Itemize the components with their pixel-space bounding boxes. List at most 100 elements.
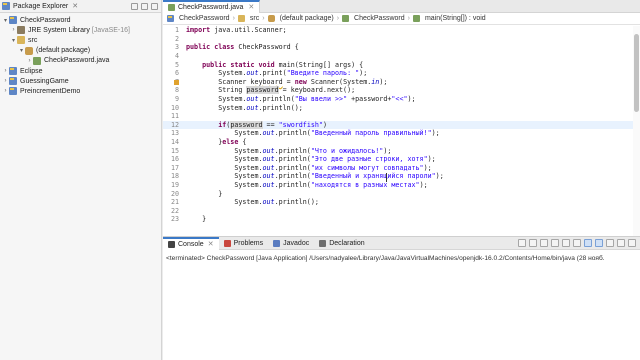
line-number: 19 xyxy=(170,181,179,190)
tree-item-src[interactable]: ▾ src xyxy=(0,35,161,45)
code-token: ); xyxy=(427,155,436,164)
chevron-right-icon[interactable]: › xyxy=(2,78,9,84)
code-token: +password+ xyxy=(347,95,392,104)
code-token: "<<" xyxy=(391,95,408,104)
chevron-down-icon[interactable]: ▾ xyxy=(18,47,25,54)
code-area[interactable]: 1 import java.util.Scanner; 2 3 public class… xyxy=(163,26,633,236)
code-text: Scanner keyboard = new Scanner(System.in… xyxy=(184,78,387,86)
line-number: 5 xyxy=(174,60,179,69)
tab-problems[interactable]: Problems xyxy=(219,237,269,250)
remove-all-icon[interactable] xyxy=(540,239,548,247)
code-line[interactable]: 10 System.out.println(); xyxy=(163,103,633,112)
code-token: .println( xyxy=(274,172,311,181)
code-line[interactable]: 19 System.out.println("находятся в разны… xyxy=(163,181,633,190)
code-token: { xyxy=(238,138,247,147)
code-line[interactable]: 12 if(password == "swordfish") xyxy=(163,120,633,130)
line-number: 1 xyxy=(174,26,179,35)
tree-item-label: src xyxy=(28,36,38,44)
breadcrumb-item[interactable]: (default package) xyxy=(280,15,334,22)
code-line[interactable]: 11 xyxy=(163,112,633,121)
scrollbar-thumb[interactable] xyxy=(634,34,639,112)
show-on-stderr-icon[interactable] xyxy=(595,239,603,247)
code-line[interactable]: 21 System.out.println(); xyxy=(163,198,633,207)
breadcrumb-item[interactable]: CheckPassword xyxy=(179,15,230,22)
project-icon xyxy=(9,16,17,25)
line-number: 6 xyxy=(174,69,179,78)
close-icon[interactable]: ✕ xyxy=(208,240,214,248)
code-line[interactable]: 15 System.out.println("Что и ожидалось!"… xyxy=(163,146,633,155)
code-line[interactable]: 16 System.out.println("Это две разные ст… xyxy=(163,155,633,164)
tab-declaration[interactable]: Declaration xyxy=(314,237,369,250)
code-token: ); xyxy=(435,172,444,181)
breadcrumb-item[interactable]: CheckPassword xyxy=(354,15,405,22)
code-line[interactable]: 13 System.out.println("Введенный пароль … xyxy=(163,129,633,138)
code-line[interactable]: 22 xyxy=(163,207,633,216)
code-token: password xyxy=(246,86,279,95)
warning-icon[interactable] xyxy=(174,79,179,85)
breadcrumb-item[interactable]: main(String[]) : void xyxy=(425,15,486,22)
code-line[interactable]: 8 String password = keyboard.next(); xyxy=(163,86,633,95)
code-line[interactable]: 6 System.out.print("Введите пароль: "); xyxy=(163,69,633,78)
code-line[interactable]: 18 System.out.println("Введенный и храня… xyxy=(163,172,633,181)
breadcrumb-item[interactable]: src xyxy=(250,15,259,22)
tree-item-label: (default package) xyxy=(36,47,91,55)
chevron-right-icon[interactable]: › xyxy=(26,58,33,64)
code-token: } xyxy=(186,189,223,198)
remove-launch-icon[interactable] xyxy=(529,239,537,247)
code-line[interactable]: 3 public class CheckPassword { xyxy=(163,43,633,52)
open-console-icon[interactable] xyxy=(628,239,636,247)
eclipse-window: Package Explorer ✕ ▾ CheckPassword › JRE… xyxy=(0,0,640,360)
code-line[interactable]: 4 xyxy=(163,52,633,61)
code-line[interactable]: 2 xyxy=(163,35,633,44)
code-line[interactable]: 5 public static void main(String[] args)… xyxy=(163,60,633,69)
code-line[interactable]: 14 }else { xyxy=(163,138,633,147)
tab-checkpassword-java[interactable]: CheckPassword.java ✕ xyxy=(163,0,261,13)
collapse-all-icon[interactable] xyxy=(131,2,138,10)
code-line[interactable]: 7 Scanner keyboard = new Scanner(System.… xyxy=(163,78,633,87)
code-token: public xyxy=(186,43,211,52)
code-token: .println( xyxy=(274,129,311,138)
editor-scrollbar[interactable] xyxy=(633,26,640,236)
tree-item-eclipse[interactable]: › Eclipse xyxy=(0,66,161,76)
tree-item-preincrementdemo[interactable]: › PreincrementDemo xyxy=(0,86,161,96)
code-token: .println( xyxy=(274,181,311,190)
tab-label: Problems xyxy=(233,239,264,247)
code-line[interactable]: 17 System.out.println("их символы могут … xyxy=(163,164,633,173)
tree-item-checkpassword-java[interactable]: › CheckPassword.java xyxy=(0,56,161,66)
display-console-icon[interactable] xyxy=(617,239,625,247)
line-number: 11 xyxy=(170,112,179,121)
project-icon xyxy=(9,87,17,96)
clear-console-icon[interactable] xyxy=(551,239,559,247)
chevron-down-icon[interactable]: ▾ xyxy=(2,17,9,24)
chevron-right-icon[interactable]: › xyxy=(10,27,17,33)
scroll-lock-icon[interactable] xyxy=(562,239,570,247)
chevron-right-icon[interactable]: › xyxy=(2,68,9,74)
line-number: 14 xyxy=(170,138,179,147)
code-line[interactable]: 1 import java.util.Scanner; xyxy=(163,26,633,35)
tab-javadoc[interactable]: Javadoc xyxy=(268,237,314,250)
code-line[interactable]: 20 } xyxy=(163,189,633,198)
code-line[interactable]: 9 System.out.println("Вы ввели >>" +pass… xyxy=(163,95,633,104)
show-on-stdout-icon[interactable] xyxy=(584,239,592,247)
word-wrap-icon[interactable] xyxy=(573,239,581,247)
pin-console-icon[interactable] xyxy=(606,239,614,247)
line-number: 18 xyxy=(170,172,179,181)
code-line[interactable]: 23 } xyxy=(163,215,633,224)
view-menu-icon[interactable] xyxy=(151,2,158,10)
tree-item-jre-library[interactable]: › JRE System Library [JavaSE-16] xyxy=(0,25,161,35)
close-icon[interactable]: ✕ xyxy=(248,3,254,11)
chevron-down-icon[interactable]: ▾ xyxy=(10,37,17,44)
link-editor-icon[interactable] xyxy=(141,2,148,10)
tree-item-default-package[interactable]: ▾ (default package) xyxy=(0,46,161,56)
close-icon[interactable]: ✕ xyxy=(72,2,78,10)
chevron-right-icon[interactable]: › xyxy=(2,88,9,94)
code-token: .println( xyxy=(274,155,311,164)
terminate-icon[interactable] xyxy=(518,239,526,247)
line-number: 9 xyxy=(174,95,179,104)
code-text: public static void main(String[] args) { xyxy=(184,61,363,69)
tree-item-checkpassword[interactable]: ▾ CheckPassword xyxy=(0,15,161,25)
package-explorer-tab[interactable]: Package Explorer ✕ xyxy=(0,0,161,13)
tab-console[interactable]: Console ✕ xyxy=(163,236,219,250)
tree-item-guessinggame[interactable]: › GuessingGame xyxy=(0,76,161,86)
